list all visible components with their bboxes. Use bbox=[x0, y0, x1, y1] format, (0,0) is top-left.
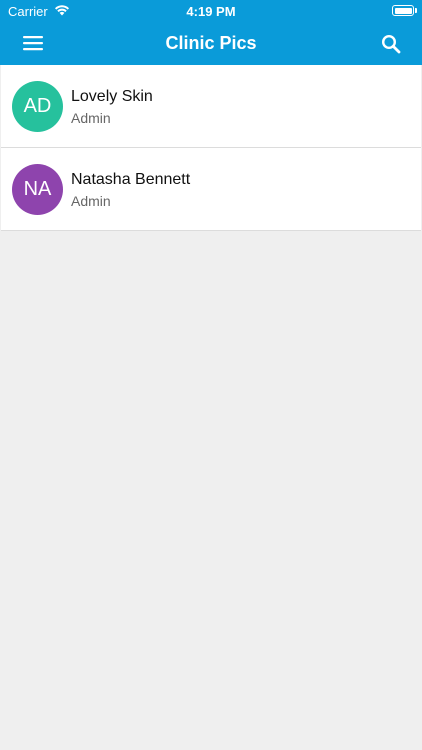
list-item[interactable]: AD Lovely Skin Admin bbox=[1, 65, 421, 148]
battery-icon bbox=[392, 5, 414, 16]
toolbar: Clinic Pics bbox=[0, 22, 422, 65]
list-item-role: Admin bbox=[71, 110, 111, 126]
status-bar: Carrier 4:19 PM bbox=[0, 0, 422, 22]
page-title: Clinic Pics bbox=[165, 33, 257, 53]
list-item-name: Lovely Skin bbox=[71, 88, 153, 105]
list-item[interactable]: NA Natasha Bennett Admin bbox=[1, 148, 421, 231]
search-icon bbox=[381, 34, 401, 54]
avatar: NA bbox=[12, 164, 63, 215]
battery-level bbox=[394, 7, 412, 14]
battery-tip bbox=[415, 8, 417, 13]
avatar: AD bbox=[12, 81, 63, 132]
list-item-role: Admin bbox=[71, 193, 111, 209]
status-time: 4:19 PM bbox=[186, 4, 236, 19]
search-button[interactable] bbox=[378, 31, 404, 57]
app-bar: Carrier 4:19 PM Clinic Pics bbox=[0, 0, 422, 65]
clinic-list: AD Lovely Skin Admin NA Natasha Bennett … bbox=[0, 65, 422, 231]
list-item-name: Natasha Bennett bbox=[71, 171, 191, 188]
